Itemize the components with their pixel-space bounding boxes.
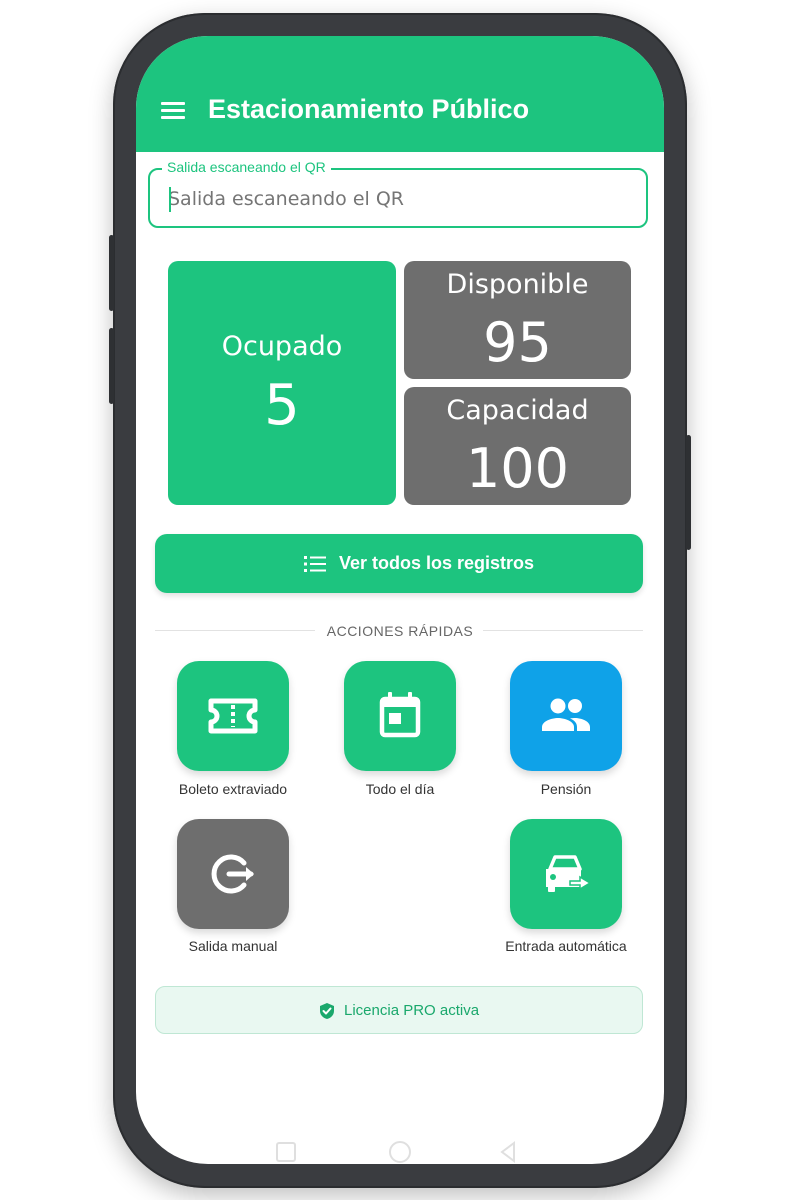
hamburger-menu-icon[interactable] [161, 102, 185, 120]
quick-actions-title: ACCIONES RÁPIDAS [326, 623, 474, 639]
view-all-records-button[interactable]: Ver todos los registros [155, 534, 643, 593]
lost-ticket-label: Boleto extraviado [178, 781, 288, 797]
group-icon [542, 698, 590, 731]
occupied-label: Ocupado [221, 331, 343, 362]
capacity-card: Capacidad 100 [404, 387, 631, 505]
verified-shield-icon [320, 1003, 334, 1019]
car-enter-icon [546, 855, 592, 892]
records-button-label: Ver todos los registros [339, 553, 535, 573]
license-status-text: Licencia PRO activa [344, 1002, 480, 1019]
available-card: Disponible 95 [404, 261, 631, 379]
occupied-card: Ocupado 5 [168, 261, 396, 505]
qr-scan-field[interactable]: Salida escaneando el QR [148, 159, 648, 228]
capacity-label: Capacidad [446, 395, 589, 426]
ticket-icon [208, 698, 258, 734]
auto-entry-label: Entrada automática [505, 938, 627, 954]
app-screen: Estacionamiento Público Salida escaneand… [136, 36, 664, 1164]
available-label: Disponible [446, 269, 589, 300]
capacity-value: 100 [465, 437, 570, 500]
page-title: Estacionamiento Público [208, 94, 530, 124]
qr-field-label: Salida escaneando el QR [162, 159, 331, 175]
manual-exit-button[interactable] [177, 819, 289, 929]
app-bar: Estacionamiento Público [136, 36, 664, 152]
license-status-banner: Licencia PRO activa [155, 986, 643, 1034]
list-icon [304, 556, 326, 572]
auto-entry-button[interactable] [510, 819, 622, 929]
phone-side-button [109, 328, 114, 404]
available-value: 95 [483, 311, 552, 374]
exit-icon [211, 854, 254, 894]
lost-ticket-button[interactable] [177, 661, 289, 771]
phone-side-button [686, 435, 691, 550]
pension-button[interactable] [510, 661, 622, 771]
text-caret [169, 187, 171, 212]
all-day-button[interactable] [344, 661, 456, 771]
all-day-label: Todo el día [365, 781, 435, 797]
pension-label: Pensión [540, 781, 592, 797]
manual-exit-label: Salida manual [188, 938, 278, 954]
phone-side-button [109, 235, 114, 311]
occupied-value: 5 [264, 373, 300, 438]
qr-scan-input[interactable] [168, 184, 628, 214]
system-nav-bar [276, 1141, 515, 1163]
calendar-icon [379, 692, 421, 738]
